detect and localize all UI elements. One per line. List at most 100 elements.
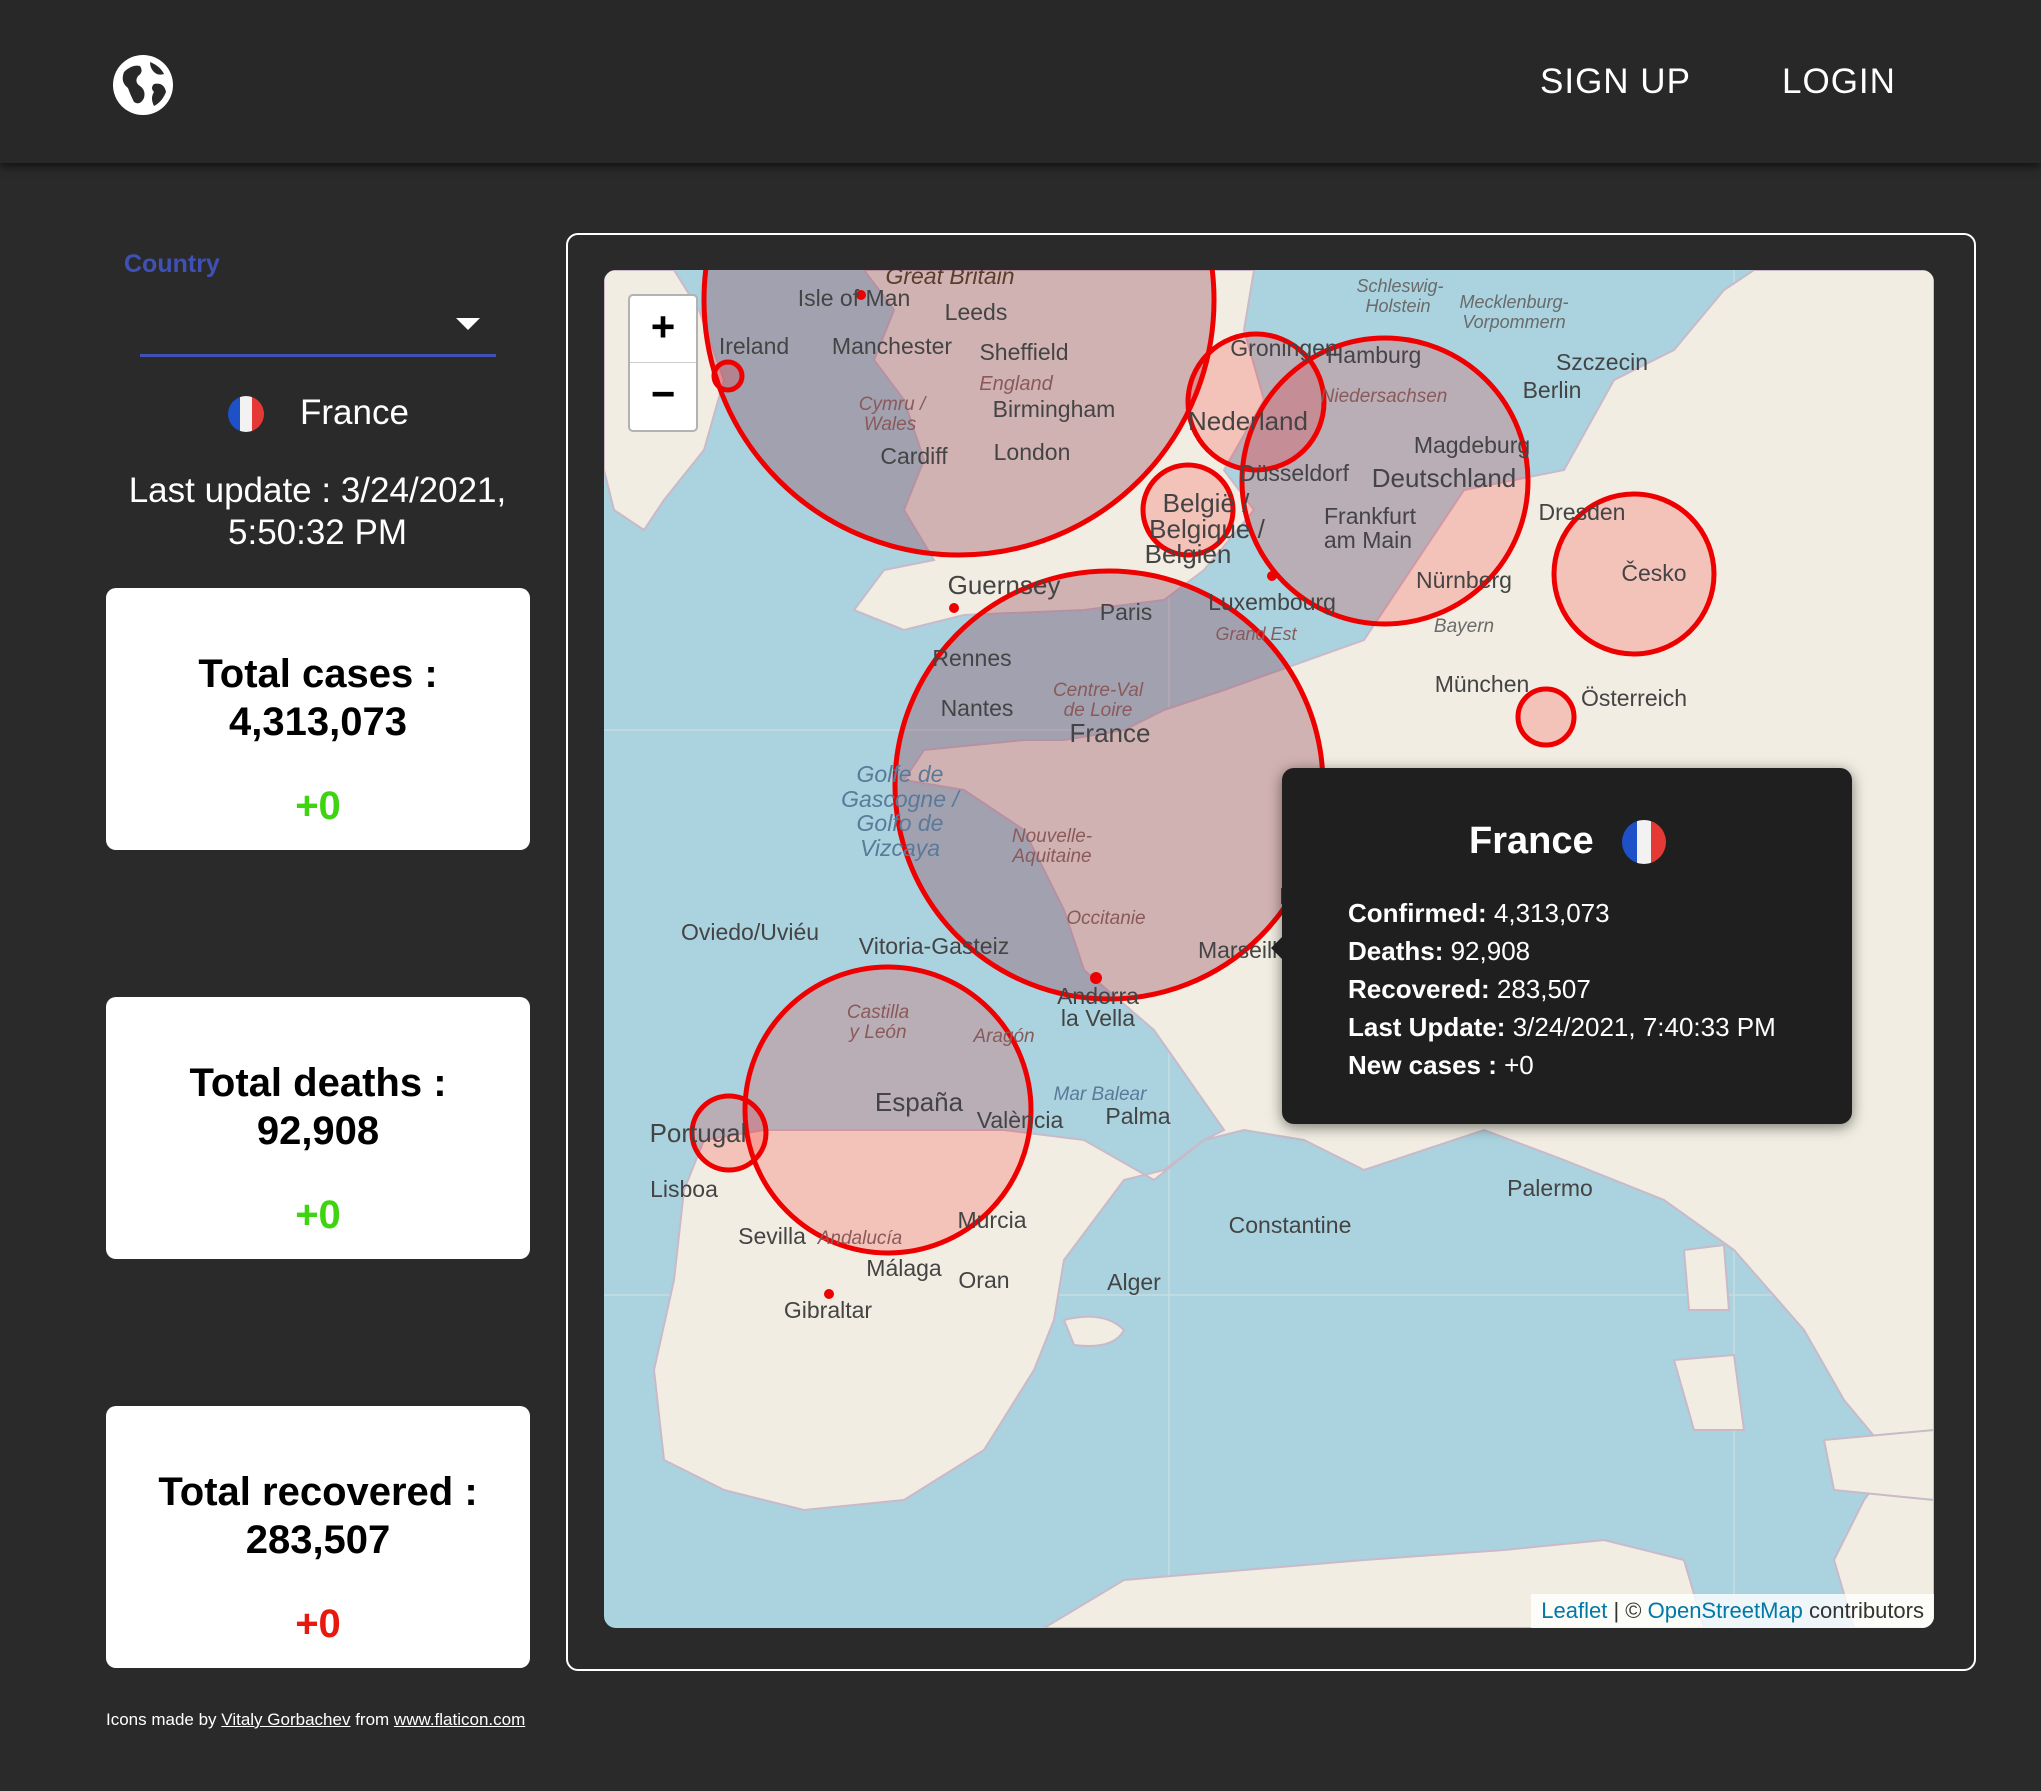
svg-text:y León: y León <box>847 1022 906 1043</box>
login-button[interactable]: LOGIN <box>1782 62 1896 102</box>
svg-text:England: England <box>979 373 1053 395</box>
svg-text:Vizcaya: Vizcaya <box>860 835 940 861</box>
icon-credits: Icons made by Vitaly Gorbachev from www.… <box>106 1710 526 1729</box>
card-title: Total deaths : <box>189 1061 447 1105</box>
zoom-control: + − <box>628 294 698 432</box>
card-title: Total cases : <box>198 652 438 696</box>
svg-text:France: France <box>1070 718 1151 748</box>
svg-text:Aragón: Aragón <box>972 1026 1034 1047</box>
svg-text:Nantes: Nantes <box>941 695 1014 721</box>
svg-text:la Vella: la Vella <box>1061 1005 1135 1031</box>
popup-stats: Confirmed: 4,313,073 Deaths: 92,908 Reco… <box>1348 894 1776 1084</box>
sign-up-button[interactable]: SIGN UP <box>1540 62 1691 102</box>
svg-text:Dresden: Dresden <box>1539 499 1626 525</box>
svg-text:Occitanie: Occitanie <box>1066 908 1145 929</box>
svg-text:Ireland: Ireland <box>719 333 789 359</box>
country-select-label: Country <box>124 250 220 278</box>
svg-text:Niedersachsen: Niedersachsen <box>1321 386 1448 407</box>
guernsey-dot <box>949 603 959 613</box>
popup-deaths: Deaths: 92,908 <box>1348 936 1531 966</box>
svg-text:Sheffield: Sheffield <box>979 339 1068 365</box>
svg-text:Mar Balear: Mar Balear <box>1054 1084 1148 1105</box>
france-flag-icon <box>1622 820 1666 864</box>
app-bar: SIGN UP LOGIN <box>0 0 2041 163</box>
svg-text:Golfo de: Golfo de <box>857 810 944 836</box>
card-value: 4,313,073 <box>229 700 407 744</box>
corsica-land <box>1682 1243 1731 1311</box>
svg-text:València: València <box>977 1107 1064 1133</box>
svg-text:Grand Est: Grand Est <box>1215 624 1297 644</box>
svg-text:Portugal: Portugal <box>650 1118 747 1148</box>
sicily-land <box>1822 1428 1934 1502</box>
svg-text:Cardiff: Cardiff <box>880 443 948 469</box>
leaflet-link[interactable]: Leaflet <box>1541 1598 1607 1623</box>
svg-text:Castilla: Castilla <box>847 1002 909 1023</box>
total-deaths-card: Total deaths : 92,908 +0 <box>106 997 530 1259</box>
svg-text:Magdeburg: Magdeburg <box>1414 432 1530 458</box>
dropdown-arrow-icon[interactable] <box>456 318 480 330</box>
svg-text:Isle of Man: Isle of Man <box>798 285 911 311</box>
flaticon-link[interactable]: www.flaticon.com <box>394 1710 525 1729</box>
card-delta: +0 <box>295 1193 341 1237</box>
openstreetmap-link[interactable]: OpenStreetMap <box>1648 1598 1803 1623</box>
svg-text:Alger: Alger <box>1107 1269 1161 1295</box>
card-value: 92,908 <box>256 1109 380 1153</box>
svg-text:London: London <box>994 439 1071 465</box>
popup-new-cases: New cases : +0 <box>1348 1050 1534 1080</box>
total-cases-card: Total cases : 4,313,073 +0 <box>106 588 530 850</box>
svg-text:Wales: Wales <box>864 414 917 435</box>
popup-recovered: Recovered: 283,507 <box>1348 974 1591 1004</box>
svg-text:Nouvelle-: Nouvelle- <box>1012 826 1092 847</box>
svg-text:Frankfurt: Frankfurt <box>1324 503 1417 529</box>
globe-icon[interactable] <box>110 52 176 118</box>
svg-text:España: España <box>875 1087 964 1117</box>
card-delta: +0 <box>295 784 341 828</box>
svg-text:Österreich: Österreich <box>1581 685 1687 711</box>
card-delta: +0 <box>295 1602 341 1646</box>
last-update-text: Last update : 3/24/2021, 5:50:32 PM <box>128 471 507 552</box>
selected-country-name: France <box>300 393 409 432</box>
svg-text:Palermo: Palermo <box>1507 1175 1593 1201</box>
zoom-out-button[interactable]: − <box>630 363 696 429</box>
card-value: 283,507 <box>245 1518 391 1562</box>
svg-text:Manchester: Manchester <box>832 333 953 359</box>
mallorca-land <box>1062 1315 1126 1347</box>
svg-text:Cymru /: Cymru / <box>859 394 927 415</box>
svg-text:Paris: Paris <box>1100 599 1152 625</box>
svg-text:Berlin: Berlin <box>1523 377 1582 403</box>
svg-text:Leeds: Leeds <box>945 299 1008 325</box>
card-title: Total recovered : <box>158 1470 478 1514</box>
svg-text:Rennes: Rennes <box>932 645 1011 671</box>
map-attribution: Leaflet | © OpenStreetMap contributors <box>1531 1594 1934 1628</box>
svg-text:Nederland: Nederland <box>1188 406 1308 436</box>
svg-text:Centre-Val: Centre-Val <box>1053 680 1144 701</box>
luxembourg-dot <box>1267 571 1277 581</box>
ireland-circle <box>711 359 745 393</box>
zoom-in-button[interactable]: + <box>630 296 696 363</box>
svg-text:Birmingham: Birmingham <box>993 396 1116 422</box>
svg-text:Groningen: Groningen <box>1230 335 1337 361</box>
svg-text:Lisboa: Lisboa <box>650 1176 718 1202</box>
svg-text:Hamburg: Hamburg <box>1327 342 1422 368</box>
svg-text:Nürnberg: Nürnberg <box>1416 567 1512 593</box>
svg-text:Szczecin: Szczecin <box>1556 349 1648 375</box>
svg-text:Constantine: Constantine <box>1229 1212 1352 1238</box>
svg-text:Sevilla: Sevilla <box>738 1223 806 1249</box>
svg-text:Palma: Palma <box>1105 1103 1170 1129</box>
sardinia-land <box>1672 1353 1746 1431</box>
svg-text:Gascogne /: Gascogne / <box>841 786 961 812</box>
svg-text:Česko: Česko <box>1621 559 1686 586</box>
svg-text:Vitoria-Gasteiz: Vitoria-Gasteiz <box>859 933 1009 959</box>
svg-text:Bayern: Bayern <box>1434 616 1494 637</box>
popup-confirmed: Confirmed: 4,313,073 <box>1348 898 1610 928</box>
svg-text:Golfe de: Golfe de <box>857 761 944 787</box>
country-select[interactable] <box>140 290 496 357</box>
svg-text:Aquitaine: Aquitaine <box>1011 846 1091 867</box>
austria-circle <box>1515 686 1577 748</box>
svg-text:Gibraltar: Gibraltar <box>784 1297 873 1323</box>
popup-last-update: Last Update: 3/24/2021, 7:40:33 PM <box>1348 1012 1776 1042</box>
svg-text:am Main: am Main <box>1324 527 1412 553</box>
svg-text:Vorpommern: Vorpommern <box>1462 312 1565 332</box>
france-flag-icon <box>228 396 264 432</box>
author-link[interactable]: Vitaly Gorbachev <box>221 1710 350 1729</box>
